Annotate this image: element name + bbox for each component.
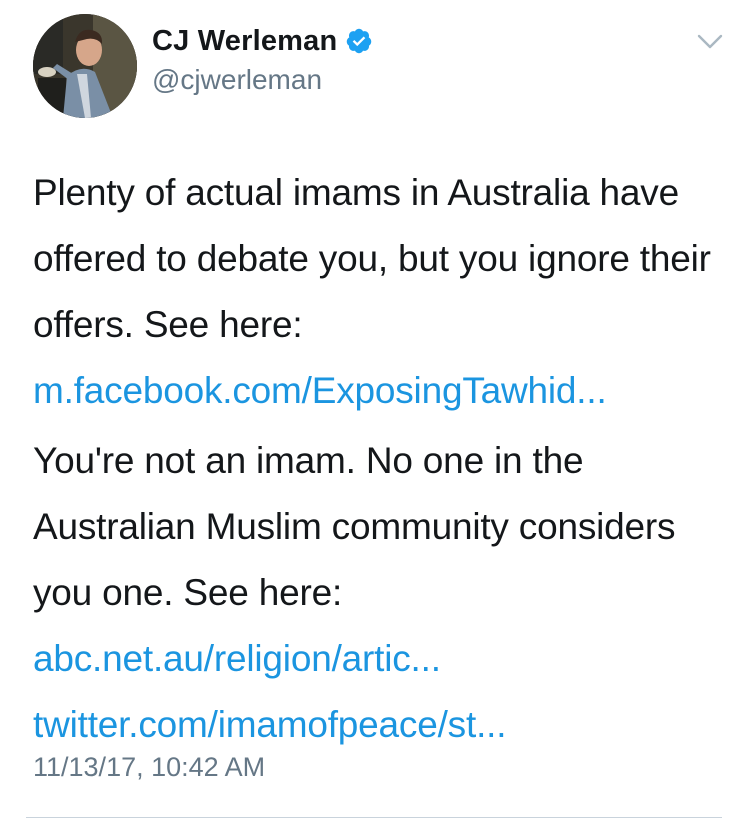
- author-display-name[interactable]: CJ Werleman: [152, 25, 337, 58]
- divider: [26, 817, 722, 818]
- tweet-paragraph-text: You're not an imam. No one in the Austra…: [33, 440, 676, 613]
- chevron-down-icon[interactable]: [697, 33, 723, 51]
- tweet-paragraph: You're not an imam. No one in the Austra…: [33, 428, 723, 758]
- abc-article-link[interactable]: abc.net.au/religion/artic...: [33, 638, 441, 679]
- twitter-status-link[interactable]: twitter.com/imamofpeace/st...: [33, 704, 507, 745]
- tweet-text: Plenty of actual imams in Australia have…: [33, 160, 723, 758]
- tweet-card: CJ Werleman @cjwerleman Plenty of actual…: [0, 0, 748, 820]
- facebook-link[interactable]: m.facebook.com/ExposingTawhid...: [33, 370, 607, 411]
- tweet-paragraph-text: Plenty of actual imams in Australia have…: [33, 172, 711, 345]
- verified-badge-icon: [345, 27, 373, 55]
- author-name-row: CJ Werleman: [152, 24, 373, 58]
- avatar-image: [33, 14, 137, 118]
- avatar[interactable]: [33, 14, 137, 118]
- tweet-timestamp[interactable]: 11/13/17, 10:42 AM: [33, 752, 265, 783]
- tweet-paragraph: Plenty of actual imams in Australia have…: [33, 160, 723, 424]
- author-handle[interactable]: @cjwerleman: [152, 64, 322, 96]
